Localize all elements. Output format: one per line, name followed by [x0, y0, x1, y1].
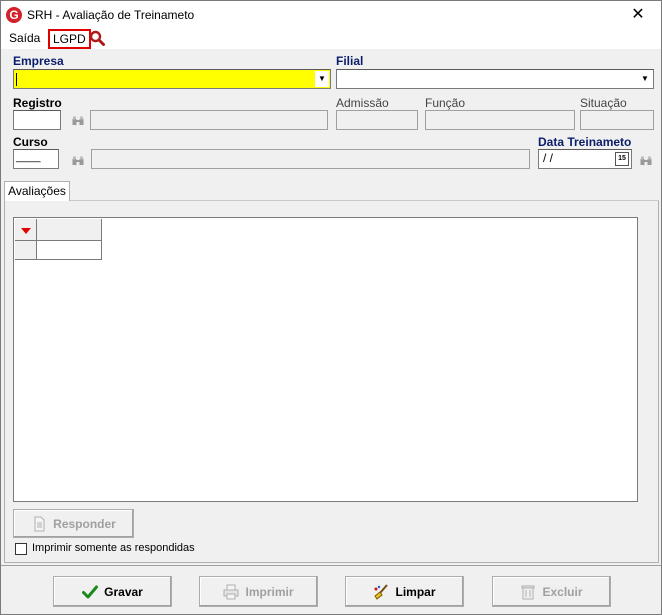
dropdown-triangle-icon	[21, 228, 31, 234]
document-icon	[34, 516, 45, 531]
limpar-button[interactable]: Limpar	[345, 576, 464, 607]
imprimir-label: Imprimir	[245, 584, 294, 599]
gravar-button[interactable]: Gravar	[53, 576, 172, 607]
data-treinamento-label: Data Treinameto	[538, 135, 632, 149]
funcao-label: Função	[425, 96, 466, 110]
filial-combo[interactable]: ▼	[336, 69, 654, 89]
imprimir-respondidas-label: Imprimir somente as respondidas	[32, 542, 195, 554]
registro-label: Registro	[13, 96, 62, 110]
chevron-down-icon[interactable]: ▼	[638, 71, 652, 87]
title-bar: G SRH - Avaliação de Treinameto ✕	[1, 1, 661, 29]
binoculars-icon[interactable]	[72, 156, 84, 166]
menu-item-lgpd[interactable]: LGPD	[48, 29, 91, 49]
funcao-field	[425, 110, 575, 130]
menu-item-saida[interactable]: Saída	[9, 31, 40, 45]
imprimir-respondidas-checkbox[interactable]	[15, 543, 27, 555]
menu-bar: Saída LGPD	[1, 29, 661, 49]
avaliacoes-grid[interactable]	[13, 217, 638, 502]
close-button[interactable]: ✕	[615, 1, 661, 29]
trash-icon	[521, 585, 535, 599]
search-icon[interactable]	[89, 30, 105, 46]
limpar-label: Limpar	[395, 584, 436, 599]
empresa-label: Empresa	[13, 54, 64, 68]
main-window: G SRH - Avaliação de Treinameto ✕ Saída …	[0, 0, 662, 615]
tab-avaliacoes[interactable]: Avaliações	[4, 181, 70, 201]
situacao-field	[580, 110, 654, 130]
responder-label: Responder	[53, 516, 116, 531]
app-logo-icon: G	[6, 7, 22, 23]
broom-icon	[374, 583, 389, 600]
imprimir-button[interactable]: Imprimir	[199, 576, 318, 607]
data-treinamento-value: / /	[543, 151, 554, 165]
curso-name-field	[91, 149, 530, 169]
data-treinamento-input[interactable]: / / 15	[538, 149, 632, 169]
registro-input[interactable]	[13, 110, 61, 130]
printer-icon	[223, 584, 239, 599]
admissao-field	[336, 110, 418, 130]
excluir-button[interactable]: Excluir	[492, 576, 611, 607]
gravar-label: Gravar	[104, 584, 143, 599]
text-cursor	[16, 73, 17, 86]
chevron-down-icon[interactable]: ▼	[315, 71, 329, 87]
grid-corner[interactable]	[15, 219, 37, 241]
responder-button[interactable]: Responder	[13, 509, 134, 538]
registro-name-field	[90, 110, 328, 130]
checkmark-icon	[82, 585, 99, 598]
filial-label: Filial	[336, 54, 364, 68]
binoculars-icon[interactable]	[72, 116, 84, 126]
curso-input[interactable]: ____	[13, 149, 59, 169]
bottom-separator	[1, 565, 661, 566]
grid-row-header[interactable]	[15, 241, 37, 260]
binoculars-icon[interactable]	[640, 156, 652, 166]
admissao-label: Admissão	[336, 96, 389, 110]
grid-column-header[interactable]	[37, 219, 102, 241]
empresa-combo[interactable]: ▼	[13, 69, 331, 89]
curso-label: Curso	[13, 135, 48, 149]
window-title: SRH - Avaliação de Treinameto	[27, 8, 195, 22]
situacao-label: Situação	[580, 96, 627, 110]
grid-cell[interactable]	[37, 241, 102, 260]
calendar-icon[interactable]: 15	[615, 152, 629, 166]
excluir-label: Excluir	[542, 584, 583, 599]
